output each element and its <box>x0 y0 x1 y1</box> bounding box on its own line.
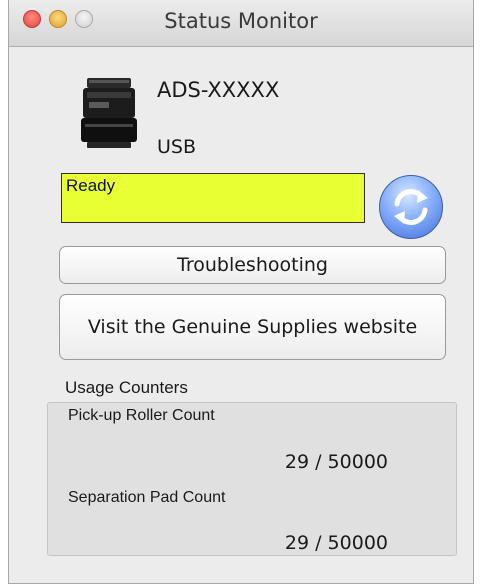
refresh-icon <box>394 189 428 225</box>
title-bar: Status Monitor <box>9 0 473 47</box>
genuine-supplies-button[interactable]: Visit the Genuine Supplies website <box>59 294 446 360</box>
status-indicator: Ready <box>61 173 365 223</box>
status-text: Ready <box>66 176 116 195</box>
window-title: Status Monitor <box>164 9 318 33</box>
scanner-icon <box>79 76 139 152</box>
status-monitor-window: Status Monitor ADS-XXXXX USB Ready Troub… <box>8 0 474 584</box>
pickup-roller-label: Pick-up Roller Count <box>68 407 215 424</box>
device-interface: USB <box>157 136 197 158</box>
separation-pad-label: Separation Pad Count <box>68 489 226 506</box>
usage-counters-panel: Pick-up Roller Count 29 / 50000 Separati… <box>47 402 457 556</box>
refresh-button[interactable] <box>379 175 443 239</box>
pickup-roller-value: 29 / 50000 <box>284 451 388 473</box>
usage-counters-heading: Usage Counters <box>65 378 188 397</box>
troubleshooting-button[interactable]: Troubleshooting <box>59 246 446 284</box>
device-model: ADS-XXXXX <box>157 78 280 102</box>
separation-pad-value: 29 / 50000 <box>284 532 388 554</box>
